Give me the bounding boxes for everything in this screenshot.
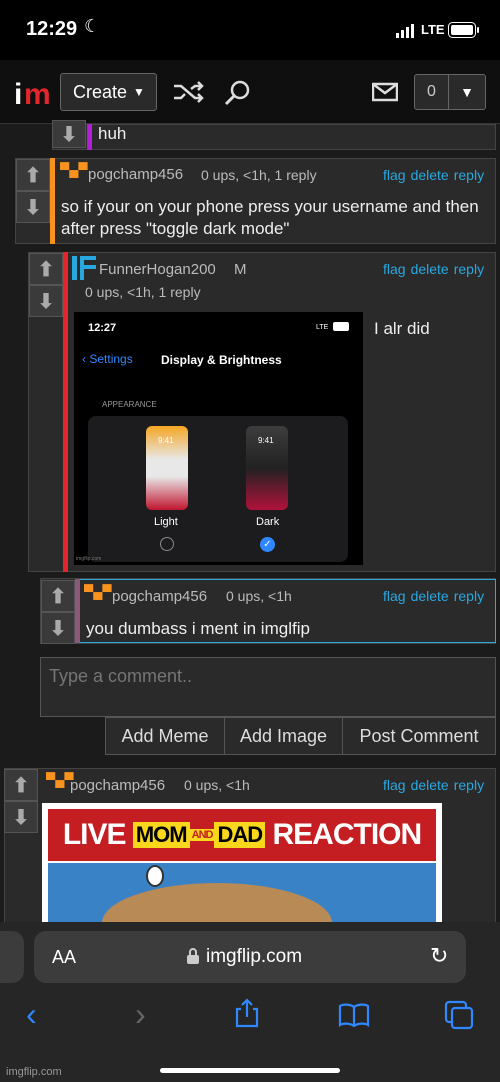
light-label: Light [154, 516, 178, 528]
comment-text: huh [98, 124, 127, 143]
logo-i[interactable]: i [14, 78, 22, 112]
downvote-button[interactable]: ⬇ [52, 120, 86, 148]
add-image-button[interactable]: Add Image [224, 717, 343, 755]
dark-label: Dark [256, 516, 280, 528]
light-preview: 9:41 [146, 426, 188, 510]
status-bar: 12:29 ☾ LTE [0, 0, 500, 60]
comment-text: you dumbass i ment in imglfip [86, 619, 310, 638]
checkmark-icon: ✓ [260, 537, 275, 552]
flag-link[interactable]: flag [383, 777, 406, 793]
meme-hat [146, 865, 164, 887]
downvote-button[interactable]: ⬇ [41, 612, 75, 644]
upvote-button[interactable]: ⬆ [4, 769, 38, 801]
reply-link[interactable]: reply [454, 588, 484, 604]
tabs-icon[interactable] [444, 1000, 474, 1030]
forward-icon[interactable]: › [135, 996, 146, 1033]
flag-link[interactable]: flag [383, 261, 406, 277]
post-comment-button[interactable]: Post Comment [342, 717, 496, 755]
comment-meta: 0 ups, <1h, 1 reply [201, 167, 317, 183]
comment-actions: flag delete reply [378, 167, 484, 183]
imgflip-watermark: imgflip.com [6, 1066, 62, 1078]
url-text: imgflip.com [206, 946, 303, 967]
appearance-panel [88, 416, 348, 562]
add-meme-button[interactable]: Add Meme [105, 717, 225, 755]
comment-input[interactable] [40, 657, 496, 717]
thread-bar [50, 158, 55, 244]
username[interactable]: FunnerHogan200 [99, 261, 216, 278]
create-button[interactable]: Create ▼ [60, 73, 157, 111]
avatar[interactable] [72, 256, 96, 280]
shuffle-icon[interactable] [172, 80, 206, 104]
downvote-button[interactable]: ⬇ [16, 191, 50, 223]
moon-icon: ☾ [84, 16, 101, 36]
imgflip-logo[interactable]: m [24, 78, 51, 112]
search-icon[interactable] [224, 79, 252, 107]
home-indicator [160, 1068, 340, 1073]
reload-icon[interactable]: ↻ [430, 943, 448, 969]
battery-icon [448, 22, 479, 38]
thread-bar [63, 252, 68, 572]
bookmarks-icon[interactable] [338, 1003, 370, 1027]
comment-text: I alr did [374, 319, 430, 338]
back-icon[interactable]: ‹ [26, 996, 37, 1033]
clock: 12:29 [26, 18, 78, 40]
comment-meta: 0 ups, <1h, 1 reply [85, 284, 201, 300]
mod-badge: M [234, 261, 247, 278]
signal-icon [396, 24, 414, 38]
thread-bar [87, 124, 92, 150]
comment-actions: flag delete reply [378, 777, 484, 793]
embedded-screenshot[interactable]: 12:27 LTE ‹ Settings Display & Brightnes… [74, 312, 363, 565]
reply-actions: Add Meme Add Image Post Comment [0, 717, 500, 755]
meme-image[interactable]: LIVE MOM AND DAD REACTION [42, 803, 442, 928]
screenshot-time: 12:27 [88, 322, 117, 334]
address-bar[interactable]: AA imgflip.com ↻ [34, 931, 466, 983]
delete-link[interactable]: delete [411, 588, 449, 604]
reply-link[interactable]: reply [454, 167, 484, 183]
notifications-button[interactable]: 0 ▼ [414, 74, 486, 110]
caret-down-icon[interactable]: ▼ [449, 75, 485, 109]
network-label: LTE [421, 22, 445, 37]
username[interactable]: pogchamp456 [70, 777, 165, 794]
delete-link[interactable]: delete [411, 261, 449, 277]
light-radio [160, 537, 174, 551]
flag-link[interactable]: flag [383, 588, 406, 604]
screenshot-title: Display & Brightness [161, 353, 282, 367]
lock-icon [187, 948, 199, 964]
meme-caption: LIVE MOM AND DAD REACTION [48, 809, 436, 861]
dark-preview: 9:41 [246, 426, 288, 510]
reply-link[interactable]: reply [454, 777, 484, 793]
text-size-button[interactable]: AA [52, 947, 76, 968]
username[interactable]: pogchamp456 [112, 588, 207, 605]
previous-tab-pill[interactable] [0, 931, 24, 983]
comment-meta: 0 ups, <1h [226, 588, 292, 604]
comment-actions: flag delete reply [378, 588, 484, 604]
flag-link[interactable]: flag [383, 167, 406, 183]
downvote-button[interactable]: ⬇ [4, 801, 38, 833]
screenshot-network: LTE [316, 324, 329, 331]
chevron-down-icon: ▼ [133, 85, 145, 99]
thread-bar [75, 579, 80, 643]
delete-link[interactable]: delete [411, 167, 449, 183]
reply-link[interactable]: reply [454, 261, 484, 277]
comment-text: so if your on your phone press your user… [61, 197, 479, 238]
comment-meta: 0 ups, <1h [184, 777, 250, 793]
back-settings: ‹ Settings [82, 352, 133, 366]
battery-icon [333, 322, 349, 331]
upvote-button[interactable]: ⬆ [29, 253, 63, 285]
upvote-button[interactable]: ⬆ [16, 159, 50, 191]
downvote-button[interactable]: ⬇ [29, 285, 63, 317]
notification-count: 0 [415, 75, 449, 109]
comment-actions: flag delete reply [378, 261, 484, 277]
avatar[interactable]: ▀▄▀ [60, 162, 88, 177]
upvote-button[interactable]: ⬆ [41, 580, 75, 612]
username[interactable]: pogchamp456 [88, 166, 183, 183]
appearance-label: APPEARANCE [102, 400, 157, 409]
delete-link[interactable]: delete [411, 777, 449, 793]
avatar[interactable]: ▀▄▀ [84, 584, 112, 599]
mail-icon[interactable] [372, 82, 398, 102]
share-icon[interactable] [234, 998, 260, 1028]
create-label: Create [73, 81, 128, 102]
screenshot-watermark: imgflip.com [76, 556, 102, 562]
